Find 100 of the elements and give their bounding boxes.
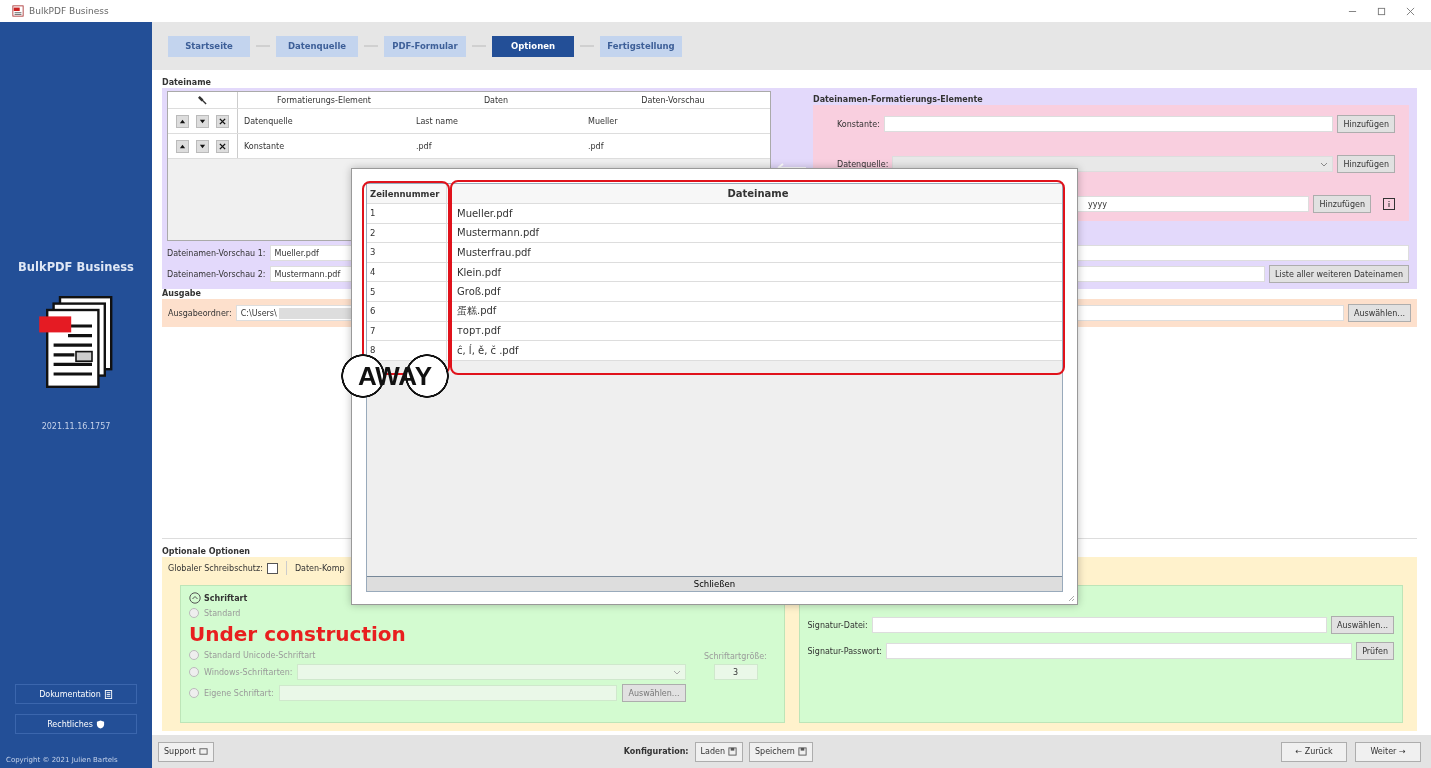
table-cell-text: Mueller (587, 116, 619, 126)
sidebar-button[interactable]: Dokumentation (15, 684, 137, 704)
resize-grip-icon[interactable] (1067, 594, 1075, 602)
table-cell: 4 (367, 262, 447, 282)
table-cell-text: 蛋糕.pdf (456, 304, 498, 319)
app-name: BulkPDF Business (18, 260, 134, 274)
list-button[interactable]: Liste aller weiteren Dateinamen (1268, 265, 1409, 283)
table-cell-text: Last name (415, 116, 459, 126)
column-header: Formatierungs-Element (276, 95, 372, 105)
checkbox[interactable] (266, 562, 278, 574)
shield-icon (95, 719, 105, 729)
up-triangle-icon (179, 142, 186, 150)
window-title: BulkPDF Business (29, 6, 109, 16)
delete-button[interactable] (216, 114, 229, 128)
input-field[interactable] (278, 685, 618, 701)
down-triangle-icon (199, 142, 206, 150)
section-title: Dateinamen-Formatierungs-Elemente (813, 95, 983, 104)
table-cell-text: торт.pdf (456, 324, 502, 339)
info-icon[interactable] (1383, 198, 1395, 210)
column-header: Dateiname (726, 187, 790, 201)
radio-button[interactable] (189, 688, 199, 698)
table-cell-text: Mustermann.pdf (456, 226, 541, 241)
load-button[interactable]: Laden (694, 741, 743, 762)
move-up-button[interactable] (176, 114, 189, 128)
input-field[interactable] (883, 116, 1334, 132)
delete-icon (219, 142, 226, 150)
next-button[interactable]: Weiter → (1355, 741, 1421, 762)
move-down-button[interactable] (196, 114, 209, 128)
collapse-icon[interactable] (189, 592, 201, 604)
back-button[interactable]: ← Zurück (1281, 741, 1347, 762)
field-label: Signatur-Datei: (807, 620, 868, 630)
step-tab[interactable]: PDF-Formular (384, 35, 466, 57)
field-label: Schriftartgröße: (704, 652, 767, 661)
delete-icon (219, 117, 226, 125)
step-tab[interactable]: Optionen (492, 35, 574, 57)
delete-button[interactable] (216, 139, 229, 153)
radio-label: Standard Unicode-Schriftart (204, 650, 316, 660)
maximize-icon[interactable] (1377, 6, 1386, 16)
dropdown-field[interactable] (297, 664, 686, 680)
move-up-button[interactable] (176, 139, 189, 153)
down-triangle-icon (199, 117, 206, 125)
field-label: Datenquelle: (837, 159, 889, 169)
table-cell-text: Mueller.pdf (456, 206, 514, 221)
add-button[interactable]: Hinzufügen (1337, 115, 1395, 133)
section-title: Ausgabe (162, 289, 201, 298)
section-title: Dateiname (162, 78, 211, 87)
save-button[interactable]: Speichern (748, 741, 813, 762)
check-button[interactable]: Prüfen (1356, 642, 1394, 660)
step-tab[interactable]: Startseite (168, 35, 250, 57)
step-tab[interactable]: Datenquelle (276, 35, 358, 57)
table-cell-text: Datenquelle (243, 116, 294, 126)
password-field[interactable] (886, 643, 1353, 659)
radio-button[interactable] (189, 650, 199, 660)
up-triangle-icon (179, 117, 186, 125)
caret-icon (1320, 160, 1329, 168)
app-icon (12, 5, 24, 17)
table-cell-text: Klein.pdf (456, 265, 503, 280)
table-cell: 1 (367, 204, 447, 223)
input-field[interactable] (871, 617, 1327, 633)
column-header: Daten (482, 95, 510, 105)
field-label: Dateinamen-Vorschau 2: (167, 269, 266, 279)
sidebar-button[interactable]: Rechtliches (15, 714, 137, 734)
add-button[interactable]: Hinzufügen (1337, 155, 1395, 173)
version-label: 2021.11.16.1757 (41, 422, 111, 431)
radio-button[interactable] (189, 667, 199, 677)
table-cell: 2 (367, 223, 447, 243)
close-icon[interactable] (1406, 6, 1415, 16)
radio-label: Eigene Schriftart: (204, 688, 274, 698)
field-label: Konstante: (837, 119, 880, 129)
field-label: Dateinamen-Vorschau 1: (167, 248, 266, 258)
browse-button[interactable]: Auswählen... (1347, 304, 1411, 322)
table-cell-text: ĉ, ĺ, ě, č .pdf (456, 343, 520, 358)
notice-text: Under construction (189, 622, 407, 646)
table-cell-text: .pdf (415, 141, 433, 151)
browse-button[interactable]: Auswählen... (1330, 616, 1394, 634)
table-cell-text: Konstante (243, 141, 286, 151)
support-button[interactable]: Support (158, 741, 214, 762)
field-label: Ausgabeordner: (168, 308, 232, 318)
table-cell-text: .pdf (587, 141, 605, 151)
radio-label: Standard (204, 608, 241, 618)
step-tab[interactable]: Fertigstellung (600, 35, 682, 57)
wrench-icon (198, 95, 207, 105)
caret-icon (672, 668, 681, 676)
column-header: Zeilennummer (367, 184, 447, 203)
close-button[interactable]: Schließen (367, 576, 1062, 591)
table-cell: 5 (367, 282, 447, 301)
radio-label: Windows-Schriftarten: (204, 667, 293, 677)
add-button[interactable]: Hinzufügen (1313, 195, 1371, 213)
table-cell-text: Musterfrau.pdf (456, 246, 532, 260)
table-cell: 3 (367, 243, 447, 262)
document-icon (103, 689, 113, 699)
move-down-button[interactable] (196, 139, 209, 153)
field-value: C:\Users\ (240, 308, 277, 318)
support-icon (198, 747, 208, 756)
browse-button[interactable]: Auswählen... (622, 684, 686, 702)
table-cell: 6 (367, 301, 447, 321)
table-cell-text: Groß.pdf (456, 285, 502, 300)
size-field[interactable]: 3 (713, 664, 758, 680)
radio-button[interactable] (189, 608, 199, 618)
config-label: Konfiguration: (623, 747, 689, 756)
